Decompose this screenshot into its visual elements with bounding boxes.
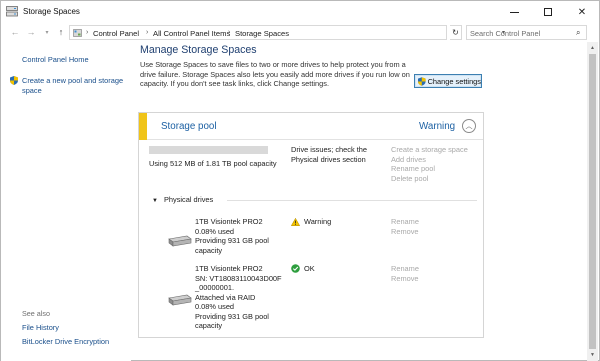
search-box[interactable]: ⌕ [466,25,587,40]
refresh-icon: ↻ [452,28,459,37]
drive-actions: Rename Remove [391,217,419,236]
drive-usage: 0.08% used [195,226,235,236]
drive-status: Warning [291,217,331,226]
ok-check-icon [291,264,300,273]
collapse-button[interactable]: ︿ [462,119,476,133]
bitlocker-link[interactable]: BitLocker Drive Encryption [22,337,109,346]
search-input[interactable] [470,27,570,39]
drive-capacity-cont: capacity [195,321,223,330]
create-storage-space-link[interactable]: Create a storage space [391,145,468,155]
page-title: Manage Storage Spaces [140,44,257,56]
chevron-down-icon: ▾ [45,29,49,36]
scroll-up-arrow-icon[interactable]: ▲ [587,43,598,53]
storage-pool-panel: Storage pool Warning ︿ Using 512 MB of 1… [138,112,484,338]
storage-pool-status: Warning [419,121,456,132]
window-title: Storage Spaces [23,7,80,16]
file-history-link[interactable]: File History [22,323,59,332]
close-icon: ✕ [577,6,587,18]
refresh-button[interactable]: ↻ [450,25,462,40]
rename-drive-link[interactable]: Rename [391,264,419,274]
scroll-down-arrow-icon[interactable]: ▼ [587,350,598,360]
maximize-icon [544,8,552,16]
drive-serial-cont: _00000001. [195,283,235,292]
drive-capacity: Providing 931 GB pool [195,311,269,321]
remove-drive-link[interactable]: Remove [391,274,419,284]
page-description: Use Storage Spaces to save files to two … [140,60,410,88]
drive-info: 1TB Visiontek PRO2 SN: VT18083110043D00F… [195,264,285,331]
control-panel-icon [73,29,82,37]
minimize-button[interactable] [497,1,531,23]
storage-pool-title: Storage pool [161,121,217,132]
drive-serial: SN: VT18083110043D00F [195,273,282,283]
change-settings-button[interactable]: Change settings [414,74,482,88]
hard-drive-icon [168,235,192,247]
forward-arrow-icon: → [26,27,36,37]
change-settings-label: Change settings [427,76,481,86]
pool-task-links: Create a storage space Add drives Rename… [391,145,468,183]
close-button[interactable]: ✕ [565,1,599,23]
chevron-down-icon: ▼ [152,198,158,204]
warning-accent-bar [139,113,147,140]
control-panel-home-link[interactable]: Control Panel Home [22,55,89,64]
warning-icon [291,217,300,226]
remove-drive-link[interactable]: Remove [391,227,419,237]
up-arrow-icon: ↑ [58,27,64,37]
drive-usage: 0.08% used [195,302,235,311]
breadcrumb-storage-spaces[interactable]: Storage Spaces [235,29,289,38]
minimize-icon [509,11,519,13]
drive-capacity: Providing 931 GB pool [195,236,269,245]
chevron-up-icon: ︿ [465,123,473,130]
address-bar[interactable]: › Control Panel › All Control Panel Item… [69,25,505,40]
breadcrumb-control-panel[interactable]: Control Panel [93,29,139,38]
recent-locations-button[interactable]: ▾ [41,25,53,39]
physical-drives-label: Physical drives [163,195,214,204]
pool-capacity-bar [149,146,268,154]
delete-pool-link[interactable]: Delete pool [391,174,468,184]
up-button[interactable]: ↑ [55,25,67,39]
breadcrumb-all-items[interactable]: All Control Panel Items [153,29,230,38]
uac-shield-icon [418,76,426,86]
storage-spaces-app-icon [6,6,18,17]
drive-actions: Rename Remove [391,264,419,283]
drive-info: 1TB Visiontek PRO2 0.08% used Providing … [195,217,285,255]
drive-capacity-cont: capacity [195,245,223,255]
hard-drive-icon [168,294,192,306]
breadcrumb-separator: › [146,29,149,36]
drive-status: OK [291,264,315,273]
title-bar: Storage Spaces ✕ [1,1,599,23]
storage-pool-header[interactable]: Storage pool Warning ︿ [139,113,483,140]
rename-drive-link[interactable]: Rename [391,217,419,227]
add-drives-link[interactable]: Add drives [391,155,468,165]
drive-status-label: OK [304,264,315,273]
physical-drives-toggle[interactable]: ▼ Physical drives [152,195,213,204]
drive-name: 1TB Visiontek PRO2 [195,217,263,226]
breadcrumb-separator: › [86,29,89,36]
create-pool-link[interactable]: Create a new pool and storage space [22,76,127,95]
uac-shield-icon [10,76,18,85]
section-divider [227,200,477,201]
breadcrumb-separator: › [228,29,231,36]
see-also-heading: See also [22,309,50,318]
search-icon[interactable]: ⌕ [576,28,580,38]
back-button[interactable]: ← [9,25,21,39]
vertical-scrollbar[interactable]: ▲ ▼ [587,42,598,361]
pool-capacity-text: Using 512 MB of 1.81 TB pool capacity [149,159,277,168]
back-arrow-icon: ← [10,27,20,37]
scrollbar-thumb[interactable] [589,54,596,349]
drive-name: 1TB Visiontek PRO2 [195,264,263,273]
drive-status-label: Warning [304,217,332,226]
drive-issues-text: Drive issues; check the Physical drives … [291,145,367,164]
rename-pool-link[interactable]: Rename pool [391,164,468,174]
drive-connection: Attached via RAID [195,292,256,302]
storage-spaces-window: Storage Spaces ✕ ← → ▾ ↑ › Control Panel… [0,0,600,361]
sidebar: Control Panel Home Create a new pool and… [1,42,131,361]
navigation-bar: ← → ▾ ↑ › Control Panel › All Control Pa… [1,23,599,41]
forward-button[interactable]: → [25,25,37,39]
maximize-button[interactable] [531,1,565,23]
